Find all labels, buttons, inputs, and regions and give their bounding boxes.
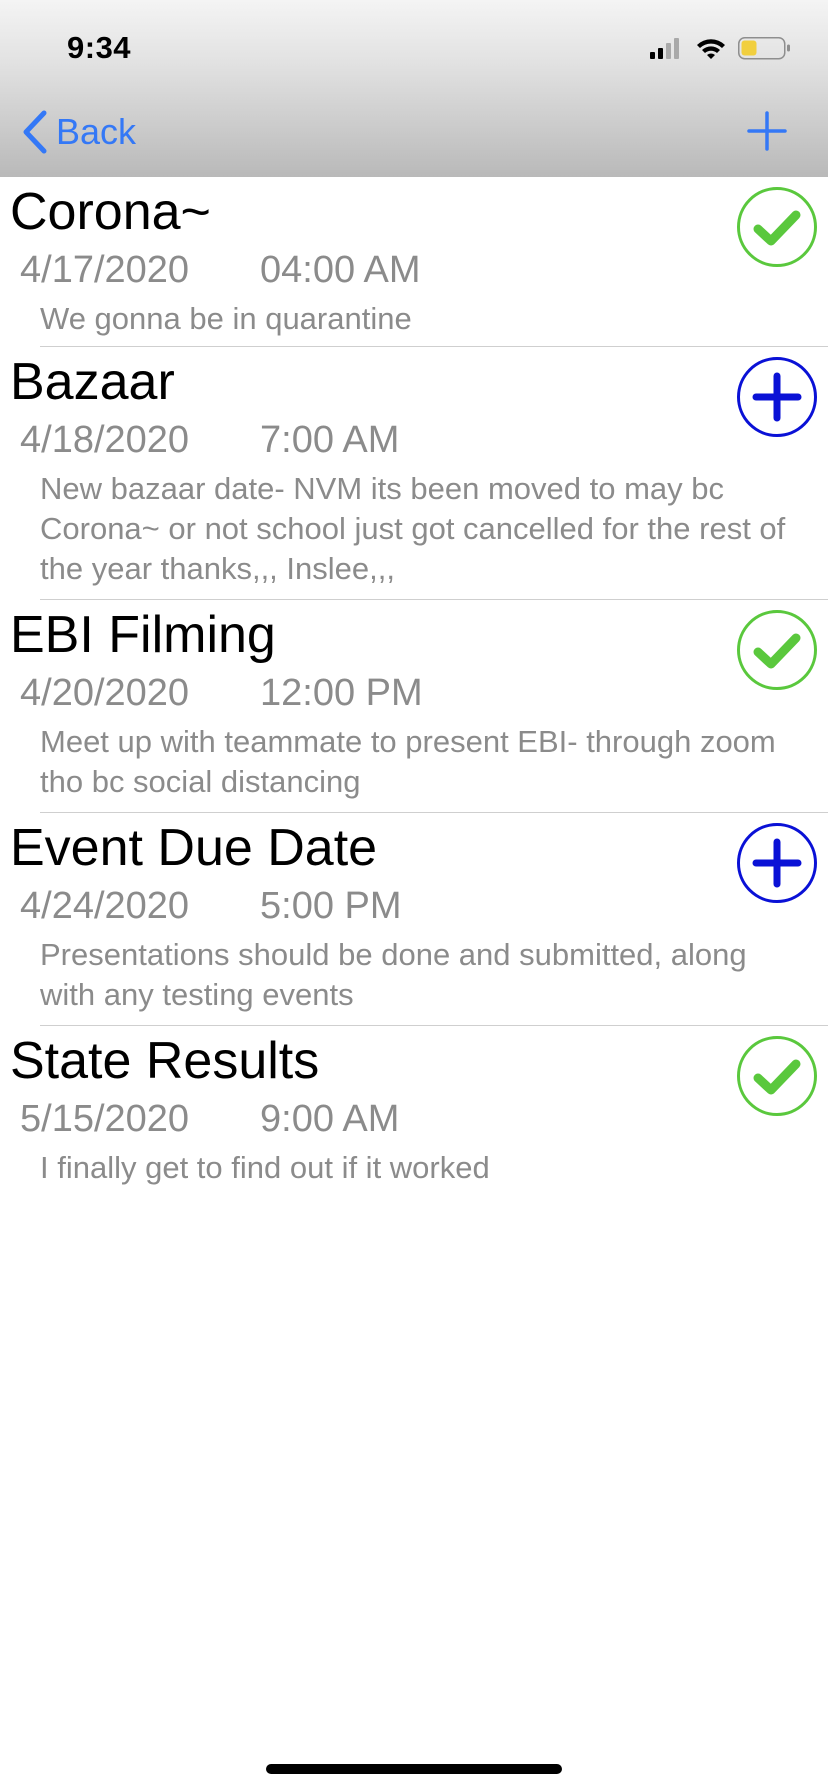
status-bar-icons xyxy=(650,34,795,64)
plus-circle-icon xyxy=(737,357,817,437)
event-row[interactable]: EBI Filming 4/20/2020 12:00 PM Meet up w… xyxy=(10,600,828,813)
chevron-left-icon xyxy=(23,110,47,154)
add-event-button[interactable] xyxy=(746,110,788,152)
event-row[interactable]: State Results 5/15/2020 9:00 AM I finall… xyxy=(0,1026,828,1196)
event-title: EBI Filming xyxy=(10,606,276,664)
event-date: 4/20/2020 xyxy=(20,672,190,714)
event-date: 4/24/2020 xyxy=(20,885,190,927)
checkmark-circle-icon xyxy=(737,610,817,690)
event-title: Bazaar xyxy=(10,353,175,411)
event-list: Corona~ 4/17/2020 04:00 AM We gonna be i… xyxy=(0,177,828,1196)
back-label: Back xyxy=(56,111,137,152)
event-time: 9:00 AM xyxy=(260,1098,400,1140)
event-time: 5:00 PM xyxy=(260,885,402,927)
event-notes: New bazaar date- NVM its been moved to m… xyxy=(40,471,786,586)
event-notes: I finally get to find out if it worked xyxy=(40,1150,490,1185)
event-row[interactable]: Corona~ 4/17/2020 04:00 AM We gonna be i… xyxy=(10,177,828,347)
event-row[interactable]: Bazaar 4/18/2020 7:00 AM New bazaar date… xyxy=(10,347,828,600)
event-time: 7:00 AM xyxy=(260,419,400,461)
status-bar-time: 9:34 xyxy=(67,30,132,65)
event-date: 5/15/2020 xyxy=(20,1098,190,1140)
event-title: State Results xyxy=(10,1032,320,1090)
event-notes: We gonna be in quarantine xyxy=(40,301,412,336)
back-button[interactable]: Back xyxy=(22,108,136,156)
cellular-signal-icon xyxy=(650,38,679,59)
event-notes: Meet up with teammate to present EBI- th… xyxy=(40,724,776,799)
event-time: 04:00 AM xyxy=(260,249,421,291)
event-date: 4/18/2020 xyxy=(20,419,190,461)
event-title: Event Due Date xyxy=(10,819,378,877)
complete-toggle-button[interactable] xyxy=(736,822,818,904)
event-row[interactable]: Event Due Date 4/24/2020 5:00 PM Present… xyxy=(10,813,828,1026)
event-date: 4/17/2020 xyxy=(20,249,190,291)
event-title: Corona~ xyxy=(10,183,211,241)
complete-toggle-button[interactable] xyxy=(736,609,818,691)
navigation-header: 9:34 Back xyxy=(0,0,828,177)
battery-icon xyxy=(738,37,790,60)
complete-toggle-button[interactable] xyxy=(736,356,818,438)
checkmark-circle-icon xyxy=(737,187,817,267)
event-time: 12:00 PM xyxy=(260,672,423,714)
complete-toggle-button[interactable] xyxy=(736,186,818,268)
plus-icon xyxy=(747,111,787,151)
home-indicator[interactable] xyxy=(266,1764,562,1774)
complete-toggle-button[interactable] xyxy=(736,1035,818,1117)
plus-circle-icon xyxy=(737,823,817,903)
event-notes: Presentations should be done and submitt… xyxy=(40,937,747,1012)
wifi-icon xyxy=(697,39,725,59)
checkmark-circle-icon xyxy=(737,1036,817,1116)
